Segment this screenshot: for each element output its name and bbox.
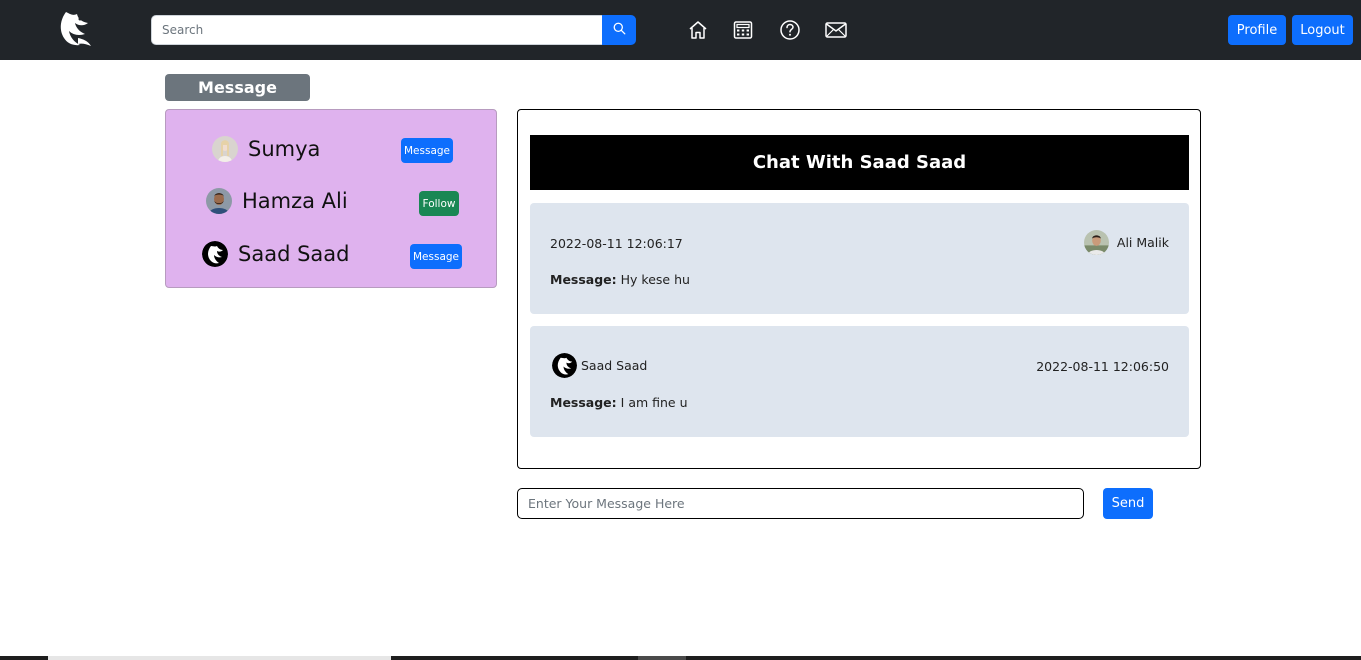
avatar	[206, 188, 232, 214]
send-button[interactable]: Send	[1103, 488, 1153, 519]
user-list-item: Sumya	[212, 136, 320, 162]
chat-window: Chat With Saad Saad 2022-08-11 12:06:17 …	[517, 109, 1201, 469]
message-label: Message:	[550, 272, 617, 287]
message-sender: Ali Malik	[1083, 230, 1169, 255]
eagle-logo-icon[interactable]	[56, 8, 96, 50]
scrollbar-thumb[interactable]	[48, 656, 391, 660]
calculator-icon[interactable]	[731, 18, 755, 42]
search-button[interactable]	[602, 15, 636, 45]
mail-icon[interactable]	[824, 18, 848, 42]
sender-name: Saad Saad	[581, 358, 648, 373]
message-section-title: Message	[165, 74, 310, 101]
home-icon[interactable]	[686, 18, 710, 42]
search-bar	[151, 15, 636, 45]
chat-title: Chat With Saad Saad	[530, 135, 1189, 190]
message-body: Message: I am fine u	[550, 395, 688, 410]
message-sender: Saad Saad	[552, 353, 647, 378]
user-name: Sumya	[248, 137, 321, 161]
user-list-item: Hamza Ali	[206, 188, 348, 214]
message-body: Message: Hy kese hu	[550, 272, 690, 287]
avatar	[1083, 230, 1109, 255]
message-text: I am fine u	[620, 395, 688, 410]
sender-name: Ali Malik	[1116, 235, 1169, 250]
message-timestamp: 2022-08-11 12:06:50	[1036, 359, 1169, 374]
chat-message-card: 2022-08-11 12:06:17 Ali Malik Message: H…	[530, 203, 1189, 314]
avatar	[552, 353, 577, 378]
search-icon	[613, 22, 626, 38]
logout-button[interactable]: Logout	[1292, 15, 1353, 45]
bottom-scrollbar	[0, 656, 1361, 660]
follow-user-button[interactable]: Follow	[419, 191, 459, 216]
message-timestamp: 2022-08-11 12:06:17	[550, 236, 683, 251]
scrollbar-segment	[638, 656, 686, 660]
message-label: Message:	[550, 395, 617, 410]
user-name: Hamza Ali	[242, 189, 348, 213]
user-list-panel: Sumya Message Hamza Ali Follow Saad Saad…	[165, 109, 497, 288]
top-navbar: Profile Logout	[0, 0, 1361, 60]
user-list-item: Saad Saad	[202, 241, 349, 267]
avatar	[202, 241, 228, 267]
user-name: Saad Saad	[238, 242, 350, 266]
help-circle-icon[interactable]	[778, 18, 802, 42]
message-text: Hy kese hu	[620, 272, 690, 287]
message-user-button[interactable]: Message	[401, 138, 453, 163]
message-input[interactable]	[517, 488, 1084, 519]
chat-message-card: Saad Saad 2022-08-11 12:06:50 Message: I…	[530, 326, 1189, 437]
avatar	[212, 136, 238, 162]
search-input[interactable]	[151, 15, 603, 45]
message-user-button[interactable]: Message	[410, 244, 462, 269]
profile-button[interactable]: Profile	[1228, 15, 1286, 45]
